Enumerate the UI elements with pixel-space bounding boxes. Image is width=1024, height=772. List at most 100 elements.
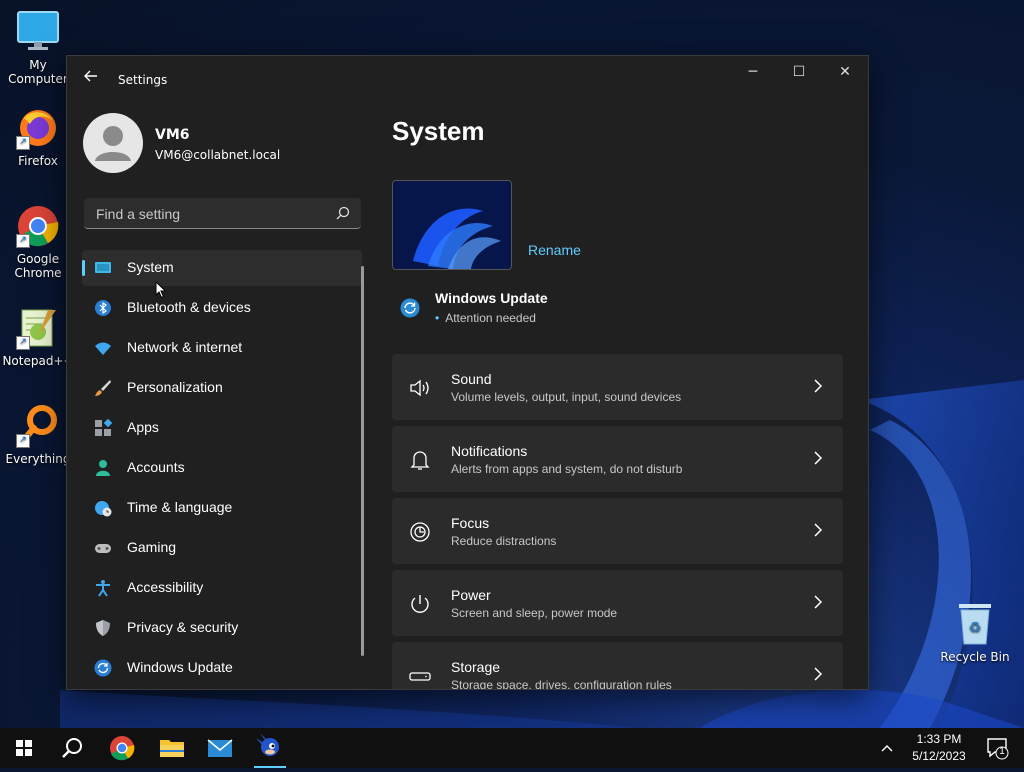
card-power[interactable]: Power Screen and sleep, power mode — [392, 570, 843, 636]
sidebar-item-label: Windows Update — [127, 659, 233, 675]
settings-card-list: Sound Volume levels, output, input, soun… — [392, 354, 843, 690]
focus-icon — [410, 522, 430, 542]
sidebar-item-label: Accounts — [127, 459, 185, 475]
power-icon — [411, 595, 429, 613]
card-title: Power — [451, 587, 491, 603]
sidebar-item-apps[interactable]: Apps — [82, 410, 362, 446]
card-subtitle: Screen and sleep, power mode — [451, 606, 618, 620]
system-icon — [95, 262, 111, 273]
desktop-icon-label: Recycle Bin — [940, 650, 1010, 664]
bell-icon — [410, 451, 430, 470]
sidebar-item-windows-update[interactable]: Windows Update — [82, 650, 362, 686]
start-button[interactable] — [0, 728, 48, 768]
accessibility-icon — [96, 580, 110, 597]
user-icon — [95, 126, 131, 161]
chrome-icon — [110, 736, 135, 761]
desktop-icon-firefox[interactable]: ↗ Firefox — [0, 106, 76, 168]
card-notifications[interactable]: Notifications Alerts from apps and syste… — [392, 426, 843, 492]
notification-center-button[interactable]: 1 — [978, 728, 1018, 768]
back-arrow-icon — [84, 70, 97, 82]
card-title: Focus — [451, 515, 490, 531]
card-storage[interactable]: Storage Storage space, drives, configura… — [392, 642, 843, 690]
search-box[interactable] — [84, 198, 361, 230]
desktop-icon-everything[interactable]: ↗ Everything — [0, 404, 76, 466]
settings-window: Settings ─ ☐ ✕ VM6 VM6@collabnet.local S… — [66, 55, 869, 690]
svg-text:♻: ♻ — [969, 620, 982, 636]
sidebar-item-gaming[interactable]: Gaming — [82, 530, 362, 566]
shortcut-arrow-icon: ↗ — [16, 234, 30, 248]
search-icon[interactable] — [335, 205, 351, 221]
firefox-icon: ↗ — [16, 106, 60, 150]
speaker-icon — [410, 379, 429, 397]
taskbar-settings[interactable] — [246, 728, 294, 768]
sidebar-item-time-language[interactable]: Time & language — [82, 490, 362, 526]
sidebar-item-label: Time & language — [127, 499, 233, 515]
mail-icon — [207, 739, 233, 757]
card-title: Notifications — [451, 443, 528, 459]
recycle-bin-icon: ♻ — [953, 602, 997, 646]
sidebar-item-label: Apps — [127, 419, 159, 435]
taskbar-clock[interactable]: 1:33 PM 5/12/2023 — [904, 731, 974, 765]
sidebar-item-label: Accessibility — [127, 579, 204, 595]
sidebar-item-network[interactable]: Network & internet — [82, 330, 362, 366]
device-wallpaper-thumbnail — [392, 180, 512, 270]
sidebar-scrollbar[interactable] — [361, 266, 364, 656]
show-hidden-icons-button[interactable] — [872, 728, 902, 768]
user-name: VM6 — [155, 127, 190, 143]
main-content: System Rename Windows Update • Attention … — [392, 56, 868, 689]
chevron-right-icon — [814, 451, 823, 465]
sidebar-item-accessibility[interactable]: Accessibility — [82, 570, 362, 606]
sidebar-item-privacy[interactable]: Privacy & security — [82, 610, 362, 646]
sidebar-item-bluetooth[interactable]: Bluetooth & devices — [82, 290, 362, 326]
desktop-icon-recycle-bin[interactable]: ♻ Recycle Bin — [937, 602, 1013, 664]
taskbar-search-button[interactable] — [48, 728, 96, 768]
card-subtitle: Storage space, drives, configuration rul… — [451, 678, 672, 690]
desktop-icon-notepadpp[interactable]: ↗ Notepad++ — [0, 306, 76, 368]
card-sound[interactable]: Sound Volume levels, output, input, soun… — [392, 354, 843, 420]
notification-count-badge: 1 — [999, 746, 1005, 757]
sidebar-item-label: Privacy & security — [127, 619, 239, 635]
sidebar-item-personalization[interactable]: Personalization — [82, 370, 362, 406]
accounts-icon — [96, 460, 110, 476]
sidebar-item-system[interactable]: System — [82, 250, 362, 286]
taskbar-chrome[interactable] — [98, 728, 146, 768]
sidebar-item-accounts[interactable]: Accounts — [82, 450, 362, 486]
mouse-cursor-icon — [155, 281, 167, 299]
card-title: Storage — [451, 659, 501, 675]
user-email: VM6@collabnet.local — [155, 148, 281, 162]
window-title: Settings — [118, 73, 168, 87]
windows-update-icon[interactable] — [400, 298, 420, 318]
search-input[interactable] — [94, 198, 328, 230]
clock-time: 1:33 PM — [916, 732, 962, 746]
taskbar-file-explorer[interactable] — [148, 728, 196, 768]
windows-update-title[interactable]: Windows Update — [435, 290, 548, 306]
status-dot-icon: • — [435, 311, 440, 325]
sidebar-item-label: Bluetooth & devices — [127, 299, 251, 315]
rename-link[interactable]: Rename — [528, 242, 581, 258]
gamepad-icon — [95, 544, 111, 553]
chevron-right-icon — [814, 523, 823, 537]
shield-icon — [96, 620, 110, 636]
notepadpp-icon: ↗ — [16, 306, 60, 350]
wifi-icon — [95, 342, 111, 355]
page-title: System — [392, 116, 485, 146]
back-button[interactable] — [81, 68, 101, 88]
everything-icon: ↗ — [16, 404, 60, 448]
card-subtitle: Volume levels, output, input, sound devi… — [451, 390, 682, 404]
clock-date: 5/12/2023 — [912, 749, 966, 763]
windows-logo-icon — [16, 740, 32, 756]
chrome-icon: ↗ — [16, 204, 60, 248]
taskbar-mail[interactable] — [196, 728, 244, 768]
desktop-icon-my-computer[interactable]: My Computer — [0, 10, 76, 86]
desktop-icon-chrome[interactable]: ↗ Google Chrome — [0, 204, 76, 280]
desktop-icon-label: Firefox — [18, 154, 58, 168]
sonic-icon — [256, 733, 279, 756]
avatar — [83, 113, 143, 173]
taskbar: 1:33 PM 5/12/2023 1 — [0, 728, 1024, 768]
card-subtitle: Alerts from apps and system, do not dist… — [451, 462, 683, 476]
sidebar-item-label: Network & internet — [127, 339, 243, 355]
windows-update-status: • Attention needed — [435, 311, 536, 325]
desktop-icon-label: Google Chrome — [14, 252, 62, 280]
shortcut-arrow-icon: ↗ — [16, 136, 30, 150]
card-focus[interactable]: Focus Reduce distractions — [392, 498, 843, 564]
